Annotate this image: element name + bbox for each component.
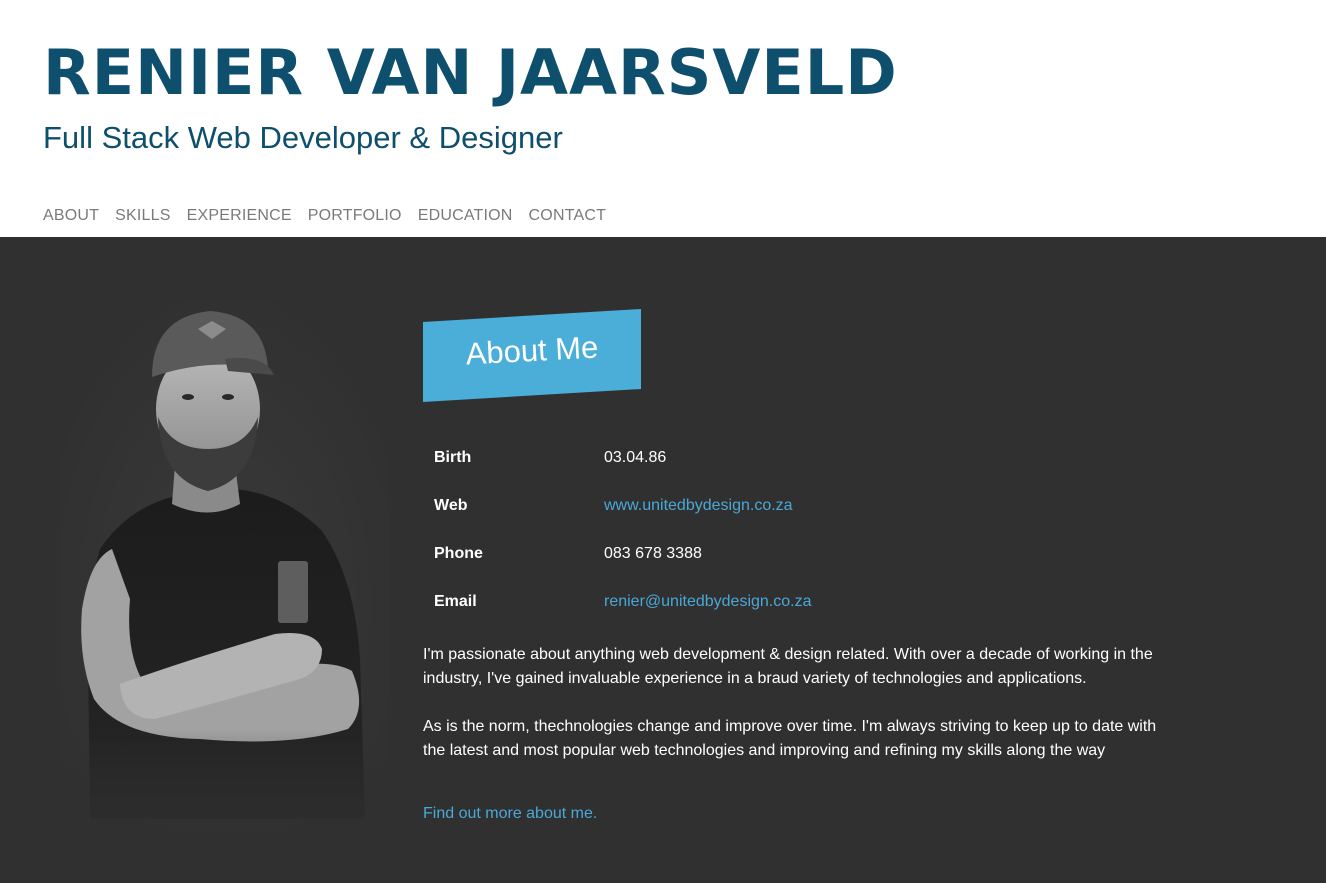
info-row-web: Web www.unitedbydesign.co.za <box>434 495 1134 543</box>
info-label-web: Web <box>434 497 468 514</box>
nav-item-education[interactable]: EDUCATION <box>418 205 513 227</box>
find-out-more-link[interactable]: Find out more about me. <box>423 803 597 825</box>
site-header: RENIER VAN JAARSVELD Full Stack Web Deve… <box>0 0 1326 237</box>
about-heading-badge: About Me <box>423 309 641 402</box>
nav-item-portfolio[interactable]: PORTFOLIO <box>308 205 402 227</box>
about-section: About Me Birth 03.04.86 Web www.unitedby… <box>0 237 1326 883</box>
info-row-email: Email renier@unitedbydesign.co.za <box>434 591 1134 639</box>
info-value-phone: 083 678 3388 <box>604 545 702 562</box>
nav-item-about[interactable]: ABOUT <box>43 205 99 227</box>
info-label-birth: Birth <box>434 449 472 466</box>
nav-item-experience[interactable]: EXPERIENCE <box>187 205 292 227</box>
site-title: RENIER VAN JAARSVELD <box>43 36 898 109</box>
nav-item-contact[interactable]: CONTACT <box>529 205 607 227</box>
info-table: Birth 03.04.86 Web www.unitedbydesign.co… <box>434 447 1134 639</box>
info-row-phone: Phone 083 678 3388 <box>434 543 1134 591</box>
nav-item-skills[interactable]: SKILLS <box>115 205 170 227</box>
bio-paragraph-1: I'm passionate about anything web develo… <box>423 646 1153 687</box>
bio-text: I'm passionate about anything web develo… <box>423 643 1163 787</box>
web-link[interactable]: www.unitedbydesign.co.za <box>604 495 793 517</box>
info-value-birth: 03.04.86 <box>604 449 667 466</box>
site-subtitle: Full Stack Web Developer & Designer <box>43 120 563 155</box>
info-label-phone: Phone <box>434 545 483 562</box>
email-link[interactable]: renier@unitedbydesign.co.za <box>604 591 811 613</box>
info-row-birth: Birth 03.04.86 <box>434 447 1134 495</box>
portrait-image <box>60 299 390 859</box>
bio-paragraph-2: As is the norm, thechnologies change and… <box>423 718 1157 759</box>
main-nav: ABOUT SKILLS EXPERIENCE PORTFOLIO EDUCAT… <box>43 205 622 227</box>
info-label-email: Email <box>434 593 477 610</box>
